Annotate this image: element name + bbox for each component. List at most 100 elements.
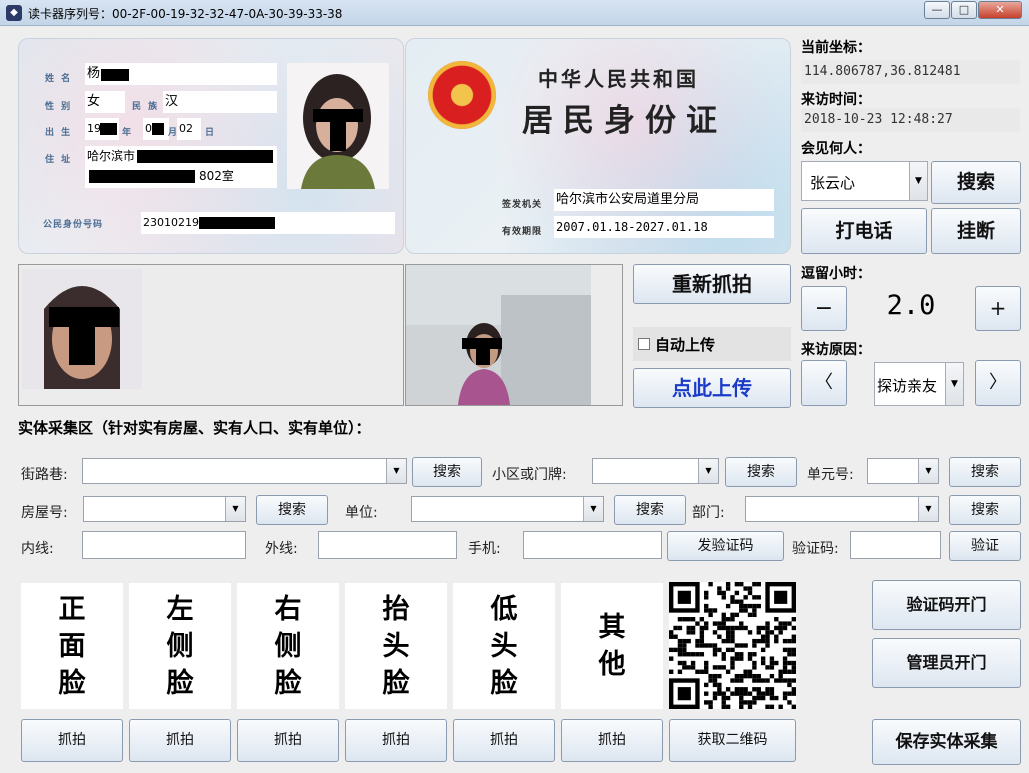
inner-line-input[interactable]	[82, 531, 246, 559]
redaction-bar	[137, 150, 273, 163]
camera-feed	[406, 265, 591, 405]
code-label: 验证码:	[792, 541, 839, 557]
reason-select-value: 探访亲友	[877, 377, 938, 395]
minimize-button[interactable]: —	[924, 1, 950, 19]
name-field: 杨	[85, 63, 277, 85]
capture-face-button[interactable]: 抓拍	[129, 719, 231, 762]
birth-day-unit: 日	[205, 128, 215, 138]
verify-button[interactable]: 验证	[949, 531, 1021, 561]
unit-no-combo[interactable]: ▼	[867, 458, 939, 484]
chevron-down-icon[interactable]: ▼	[918, 459, 938, 483]
birth-label: 出 生	[45, 128, 73, 138]
face-tile-label: 其他	[598, 612, 626, 680]
ethnicity-label: 民 族	[132, 102, 160, 112]
chevron-down-icon[interactable]: ▼	[225, 497, 245, 521]
capture-face-button[interactable]: 抓拍	[237, 719, 339, 762]
auto-upload-checkbox[interactable]	[638, 338, 650, 350]
id-card-back: 中华人民共和国 居民身份证 签发机关 哈尔滨市公安局道里分局 有效期限 2007…	[405, 38, 791, 254]
mobile-label: 手机:	[468, 541, 501, 557]
id-number-field: 23010219	[141, 212, 395, 234]
dept-search-button[interactable]: 搜索	[949, 495, 1021, 525]
birth-year: 19	[87, 122, 101, 135]
visit-time-label: 来访时间：	[801, 92, 871, 108]
street-search-button[interactable]: 搜索	[412, 457, 482, 487]
face-tile: 低头脸	[453, 583, 555, 709]
entity-section-title: 实体采集区（针对实有房屋、实有人口、实有单位）：	[18, 419, 371, 437]
birth-year-unit: 年	[122, 128, 132, 138]
close-button[interactable]: ✕	[978, 1, 1022, 19]
chevron-down-icon[interactable]: ▼	[583, 497, 603, 521]
redaction-bar	[152, 123, 164, 135]
save-entity-button[interactable]: 保存实体采集	[872, 719, 1021, 765]
org-combo[interactable]: ▼	[411, 496, 604, 522]
capture-face-button[interactable]: 抓拍	[21, 719, 123, 762]
face-tile-label: 右侧脸	[274, 593, 302, 699]
chevron-down-icon[interactable]: ▼	[909, 162, 927, 200]
upload-button[interactable]: 点此上传	[633, 368, 791, 408]
reason-prev-button[interactable]: 〈	[801, 360, 847, 406]
chevron-down-icon[interactable]: ▼	[386, 459, 406, 483]
name-value: 杨	[87, 66, 101, 81]
mobile-input[interactable]	[523, 531, 662, 559]
maximize-button[interactable]: □	[951, 1, 977, 19]
recapture-button[interactable]: 重新抓拍	[633, 264, 791, 304]
gender-value: 女	[85, 91, 125, 113]
get-qr-button[interactable]: 获取二维码	[669, 719, 796, 762]
auto-upload-row: 自动上传	[633, 327, 791, 361]
stay-increase-button[interactable]: +	[975, 286, 1021, 331]
captured-photo-panel	[18, 264, 404, 406]
face-tile: 右侧脸	[237, 583, 339, 709]
face-tile: 抬头脸	[345, 583, 447, 709]
room-label: 房屋号:	[21, 505, 68, 521]
room-combo[interactable]: ▼	[83, 496, 246, 522]
address-field: 哈尔滨市 802室	[85, 146, 277, 188]
visit-time-value: 2018-10-23 12:48:27	[801, 108, 1020, 132]
name-label: 姓 名	[45, 74, 73, 84]
send-code-button[interactable]: 发验证码	[667, 531, 784, 561]
stay-hours-label: 逗留小时：	[801, 266, 871, 282]
call-button[interactable]: 打电话	[801, 208, 927, 254]
community-label: 小区或门牌:	[492, 467, 567, 483]
unit-no-label: 单元号:	[807, 467, 854, 483]
room-search-button[interactable]: 搜索	[256, 495, 328, 525]
chevron-down-icon[interactable]: ▼	[918, 497, 938, 521]
birth-day: 02	[177, 118, 201, 140]
face-tile-label: 左侧脸	[166, 593, 194, 699]
street-combo[interactable]: ▼	[82, 458, 407, 484]
host-select[interactable]: 张云心 ▼	[801, 161, 928, 201]
org-label: 单位:	[345, 505, 378, 521]
capture-face-button[interactable]: 抓拍	[561, 719, 663, 762]
stay-decrease-button[interactable]: −	[801, 286, 847, 331]
capture-face-button[interactable]: 抓拍	[345, 719, 447, 762]
dept-combo[interactable]: ▼	[745, 496, 939, 522]
code-door-open-button[interactable]: 验证码开门	[872, 580, 1021, 630]
birth-month-unit: 月	[168, 128, 178, 138]
reason-select[interactable]: 探访亲友 ▼	[874, 362, 964, 406]
admin-door-open-button[interactable]: 管理员开门	[872, 638, 1021, 688]
reason-next-button[interactable]: 〉	[975, 360, 1021, 406]
hangup-button[interactable]: 挂断	[931, 208, 1021, 254]
capture-face-button[interactable]: 抓拍	[453, 719, 555, 762]
chevron-down-icon[interactable]: ▼	[945, 363, 963, 405]
code-input[interactable]	[850, 531, 941, 559]
validity-label: 有效期限	[502, 227, 543, 237]
document-title: 居民身份证	[522, 103, 727, 139]
chevron-down-icon[interactable]: ▼	[698, 459, 718, 483]
window-title: 读卡器序列号：00-2F-00-19-32-32-47-0A-30-39-33-…	[28, 7, 343, 21]
community-search-button[interactable]: 搜索	[725, 457, 797, 487]
face-tile-label: 正面脸	[58, 593, 86, 699]
unit-no-search-button[interactable]: 搜索	[949, 457, 1021, 487]
ethnicity-value: 汉	[163, 91, 277, 113]
captured-face-photo	[22, 269, 142, 389]
redaction-bar	[199, 217, 275, 229]
host-search-button[interactable]: 搜索	[931, 161, 1021, 204]
auto-upload-label: 自动上传	[655, 336, 716, 354]
org-search-button[interactable]: 搜索	[614, 495, 686, 525]
qr-code	[669, 582, 796, 709]
face-tile: 其他	[561, 583, 663, 709]
id-card-front: 姓 名 杨 性 别 女 民 族 汉 出 生 19 年 0 月 02 日 住 址 …	[18, 38, 404, 254]
id-number-label: 公民身份号码	[43, 220, 104, 230]
outer-line-input[interactable]	[318, 531, 457, 559]
community-combo[interactable]: ▼	[592, 458, 719, 484]
dept-label: 部门:	[692, 505, 725, 521]
